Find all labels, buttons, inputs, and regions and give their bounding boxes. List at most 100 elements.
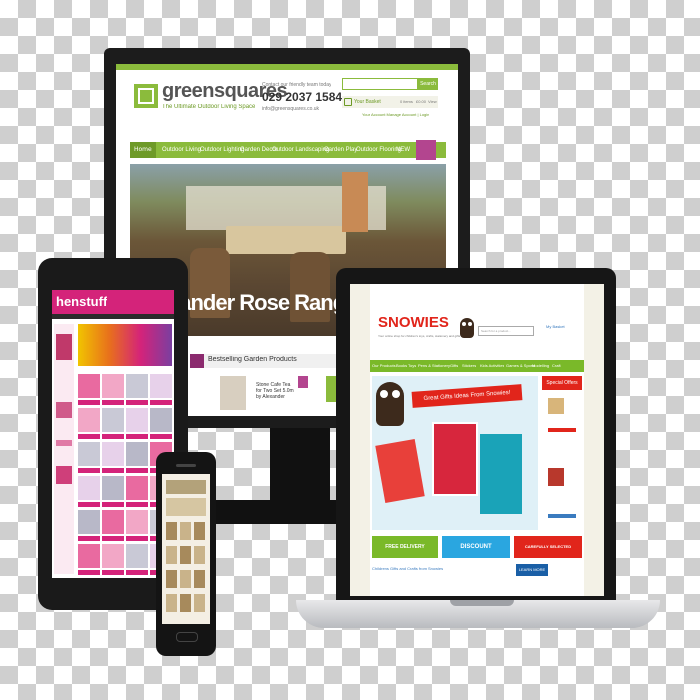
offer-text — [548, 514, 576, 518]
email-link[interactable]: info@greensquares.co.uk — [262, 106, 319, 112]
tablet-sidebar-item[interactable] — [56, 402, 72, 418]
phone-product-thumbnail[interactable] — [194, 546, 205, 564]
basket-items: 0 items — [400, 99, 413, 104]
phone-product-grid — [166, 522, 206, 618]
tablet-product-price — [126, 536, 148, 541]
tablet-sidebar-item[interactable] — [56, 440, 72, 446]
tablet-product-thumbnail[interactable] — [102, 408, 124, 432]
learn-more-button[interactable]: LEARN MORE — [516, 564, 548, 576]
product-thumbnail[interactable] — [326, 376, 336, 402]
phone-product-thumbnail[interactable] — [180, 570, 191, 588]
tagline: The Ultimate Outdoor Living Space — [162, 104, 256, 110]
nav-item-new[interactable]: NEW — [392, 142, 414, 158]
my-basket-link[interactable]: My Basket — [546, 324, 565, 329]
tablet-product-price — [78, 434, 100, 439]
basket-bar[interactable]: Your Basket 0 items £0.00 View — [342, 96, 438, 108]
owl-hero-icon — [376, 382, 404, 426]
special-offers-header[interactable]: Special Offers — [542, 376, 582, 390]
phone-screen — [162, 474, 210, 624]
tablet-product-thumbnail[interactable] — [126, 476, 148, 500]
tablet-sidebar-item[interactable] — [56, 334, 72, 360]
product-box-projector[interactable] — [480, 434, 522, 514]
search-button[interactable]: Search — [418, 78, 438, 90]
phone-product-thumbnail[interactable] — [166, 570, 177, 588]
snowies-nav-books[interactable]: Books — [396, 360, 407, 372]
phone-header-image — [166, 480, 206, 494]
phone-product-thumbnail[interactable] — [166, 546, 177, 564]
tablet-product-price — [102, 570, 124, 575]
tablet-product-thumbnail[interactable] — [78, 544, 100, 568]
snowies-nav-our-products[interactable]: Our Products — [372, 360, 396, 372]
section-header-icon — [190, 354, 204, 368]
phone-home-button[interactable] — [176, 632, 198, 642]
tablet-product-thumbnail[interactable] — [126, 510, 148, 534]
tablet-sidebar — [54, 324, 74, 574]
tablet-nav — [52, 314, 174, 319]
basket-total: £0.00 — [416, 99, 427, 104]
snowies-tagline: Your online shop for children's toys, cr… — [378, 334, 461, 338]
tablet-product-thumbnail[interactable] — [78, 510, 100, 534]
snowies-nav-stickers[interactable]: Stickers — [462, 360, 476, 372]
tablet-product-price — [78, 570, 100, 575]
phone-product-thumbnail[interactable] — [194, 522, 205, 540]
laptop-notch — [450, 600, 514, 606]
snowies-nav-games[interactable]: Games & Sports — [506, 360, 535, 372]
product-thumbnail[interactable] — [220, 376, 246, 410]
phone-product-thumbnail[interactable] — [194, 570, 205, 588]
tablet-product-thumbnail[interactable] — [102, 374, 124, 398]
free-delivery-badge[interactable]: FREE DELIVERY — [372, 536, 438, 558]
phone-number: 029 2037 1584 — [262, 90, 343, 104]
tablet-product-thumbnail[interactable] — [126, 544, 148, 568]
section-title: Bestselling Garden Products — [208, 356, 297, 363]
basket-icon — [344, 98, 352, 106]
tablet-product-thumbnail[interactable] — [102, 442, 124, 466]
tablet-product-thumbnail[interactable] — [150, 374, 172, 398]
tablet-product-thumbnail[interactable] — [126, 374, 148, 398]
tablet-product-price — [78, 502, 100, 507]
snowies-nav-gifts[interactable]: Gifts — [450, 360, 458, 372]
tablet-product-thumbnail[interactable] — [102, 544, 124, 568]
snowies-nav-pens[interactable]: Pens & Stationery — [418, 360, 450, 372]
snowies-search-input[interactable]: Search for a product... — [478, 326, 534, 336]
phone-product-thumbnail[interactable] — [194, 594, 205, 612]
footer-link[interactable]: Childrens Gifts and Crafts from Snowies — [372, 566, 443, 571]
phone-product-thumbnail[interactable] — [166, 522, 177, 540]
tablet-product-thumbnail[interactable] — [150, 408, 172, 432]
snowies-nav-craft[interactable]: Craft — [552, 360, 561, 372]
tablet-product-thumbnail[interactable] — [126, 442, 148, 466]
tablet-product-price — [102, 468, 124, 473]
nav-item-home[interactable]: Home — [130, 142, 156, 158]
phone-product-thumbnail[interactable] — [180, 546, 191, 564]
phone-banner — [166, 498, 206, 516]
tablet-product-price — [126, 434, 148, 439]
tablet-product-thumbnail[interactable] — [78, 442, 100, 466]
offer-thumbnail[interactable] — [548, 398, 564, 414]
snowies-nav-modelling[interactable]: Modelling — [532, 360, 549, 372]
product-box-car[interactable] — [432, 422, 478, 496]
snowies-nav-toys[interactable]: Toys — [408, 360, 416, 372]
tablet-product-price — [102, 400, 124, 405]
tablet-product-thumbnail[interactable] — [102, 476, 124, 500]
tablet-product-thumbnail[interactable] — [78, 476, 100, 500]
tablet-product-thumbnail[interactable] — [126, 408, 148, 432]
top-strip — [116, 64, 458, 70]
snowies-nav-kids-activities[interactable]: Kids Activities — [480, 360, 504, 372]
product-text[interactable]: Stone Cafe Tea for Two Set 5.0m by Alexa… — [256, 382, 296, 400]
phone-product-thumbnail[interactable] — [166, 594, 177, 612]
tablet-product-thumbnail[interactable] — [78, 374, 100, 398]
account-links[interactable]: Your Account Manage Account | Login — [362, 112, 429, 117]
phone-product-thumbnail[interactable] — [180, 594, 191, 612]
discount-badge[interactable]: DISCOUNT — [442, 536, 510, 558]
search-input[interactable] — [342, 78, 418, 90]
tablet-product-thumbnail[interactable] — [78, 408, 100, 432]
phone-product-thumbnail[interactable] — [180, 522, 191, 540]
tablet-sidebar-item[interactable] — [56, 466, 72, 484]
basket-view-link[interactable]: View — [428, 99, 437, 104]
offer-thumbnail[interactable] — [548, 468, 564, 486]
tablet-brand-name: henstuff — [56, 294, 108, 309]
phone-speaker — [176, 464, 196, 467]
tablet-product-thumbnail[interactable] — [102, 510, 124, 534]
tablet-product-price — [150, 400, 172, 405]
carefully-selected-badge[interactable]: CAREFULLY SELECTED — [514, 536, 582, 558]
tablet-product-price — [150, 434, 172, 439]
